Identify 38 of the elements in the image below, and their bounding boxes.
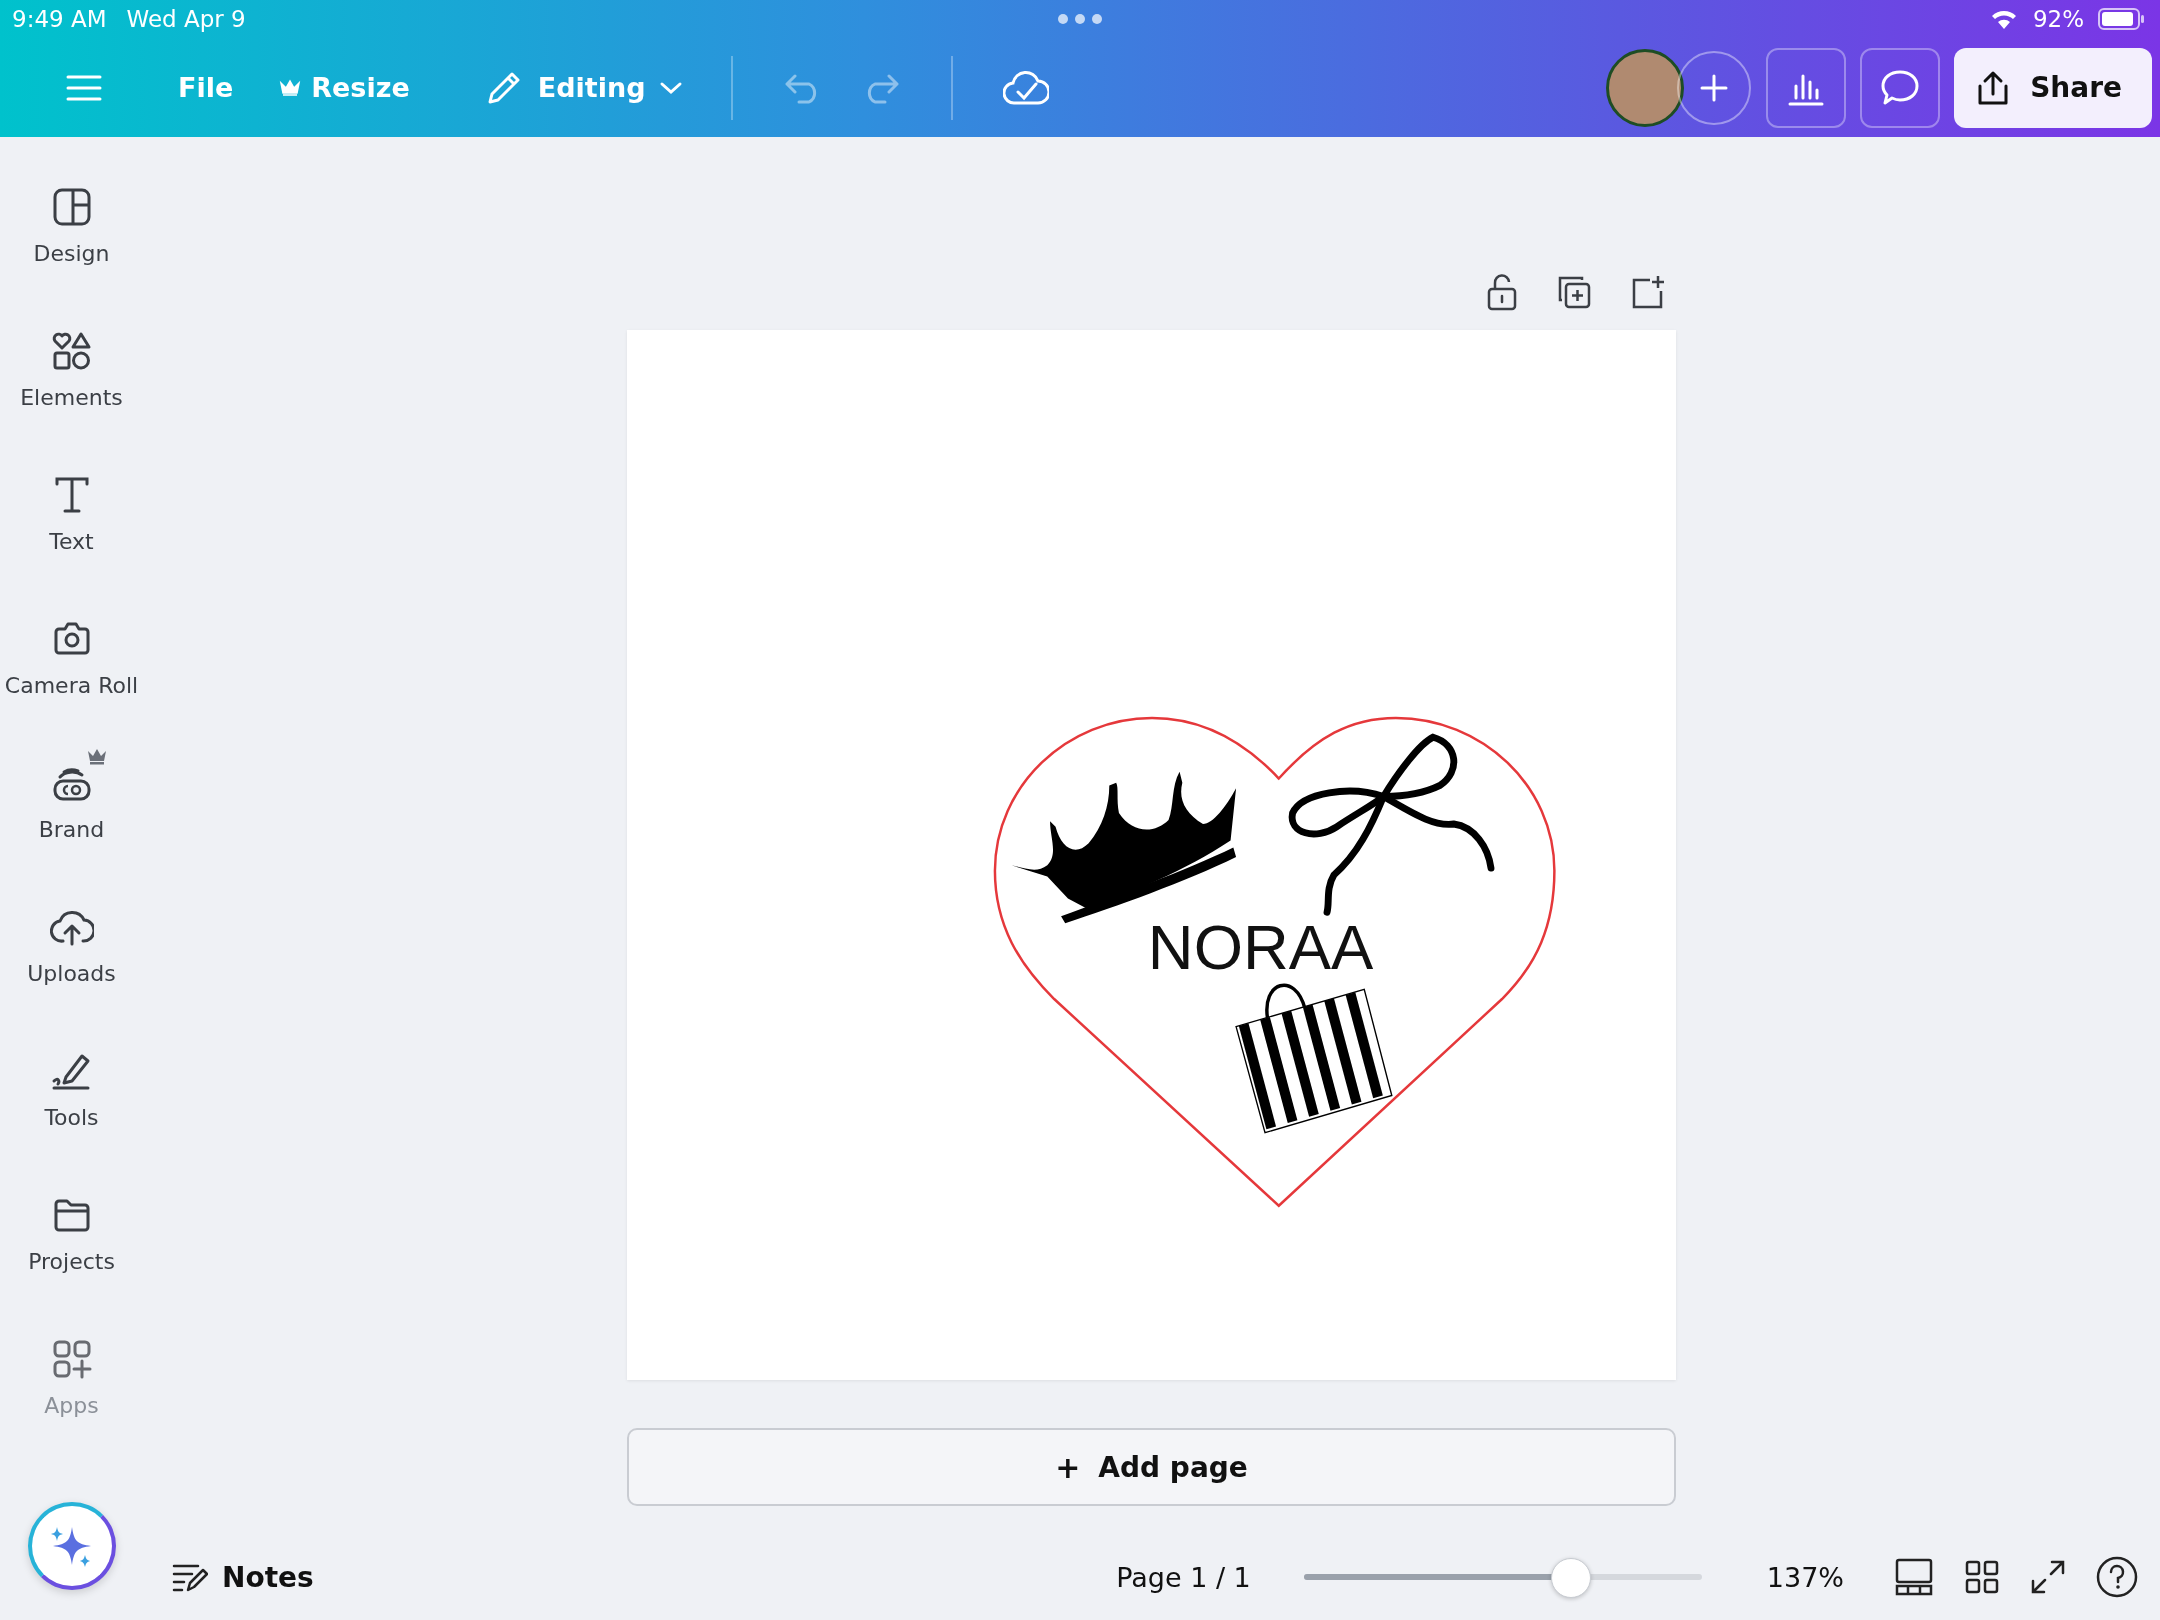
magic-sparkle-button[interactable] — [27, 1502, 116, 1590]
sidebar-item[interactable]: Tools — [0, 1035, 143, 1179]
brand-name-text: NORAA — [1147, 911, 1374, 982]
sidebar-item[interactable]: Design — [0, 171, 143, 315]
battery-percent: 92% — [2032, 6, 2084, 32]
notes-pen-icon — [172, 1562, 208, 1592]
help-icon[interactable] — [2096, 1556, 2138, 1598]
analytics-button[interactable] — [1766, 47, 1847, 128]
status-date: Wed Apr 9 — [126, 6, 246, 32]
sidebar-item[interactable]: Projects — [0, 1179, 143, 1323]
sidebar-item[interactable]: Text — [0, 459, 143, 603]
share-button[interactable]: Share — [1954, 47, 2152, 128]
cloud-check-icon[interactable] — [1003, 69, 1050, 106]
thumbnail-view-icon[interactable] — [1894, 1557, 1934, 1597]
crown-icon — [279, 78, 302, 97]
notes-button[interactable]: Notes — [172, 1560, 314, 1594]
comment-button[interactable] — [1860, 47, 1941, 128]
sidebar-item[interactable]: Uploads — [0, 891, 143, 1035]
layout-icon — [51, 187, 92, 227]
sidebar-item[interactable]: Brand — [0, 747, 143, 891]
padlock-icon[interactable] — [1486, 273, 1518, 311]
status-time: 9:49 AM — [12, 6, 107, 32]
add-collaborator-icon[interactable] — [1676, 49, 1753, 126]
speech-bubble-icon — [1880, 68, 1921, 107]
sidebar-item[interactable]: Camera Roll — [0, 603, 143, 747]
sidebar-item[interactable]: Elements — [0, 315, 143, 459]
add-page-button[interactable]: + Add page — [627, 1428, 1676, 1506]
zoom-percent: 137% — [1766, 1561, 1844, 1593]
grid-view-icon[interactable] — [1964, 1559, 2000, 1595]
add-page-icon[interactable] — [1630, 274, 1666, 310]
multitask-dots-icon[interactable] — [1057, 13, 1103, 25]
shapes-icon — [51, 331, 92, 371]
duplicate-icon[interactable] — [1556, 274, 1592, 310]
fullscreen-icon[interactable] — [2030, 1559, 2066, 1595]
page-indicator: Page 1 / 1 — [1116, 1561, 1251, 1593]
battery-icon — [2098, 7, 2146, 31]
apps-grid-icon — [51, 1339, 92, 1379]
chevron-down-icon — [659, 80, 684, 95]
